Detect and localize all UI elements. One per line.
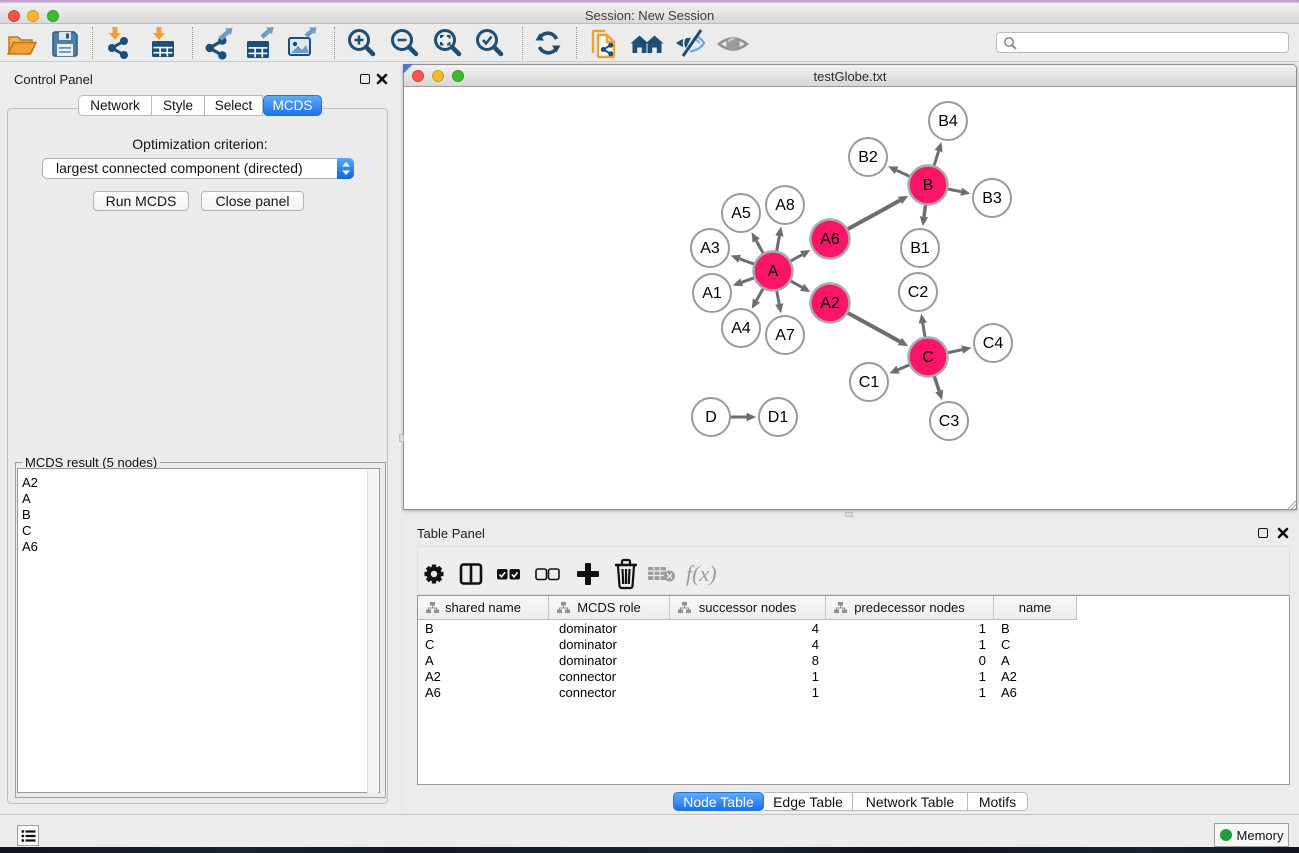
- svg-text:A7: A7: [775, 327, 795, 344]
- svg-text:A: A: [768, 263, 779, 280]
- svg-text:B2: B2: [858, 149, 878, 166]
- svg-text:A6: A6: [820, 231, 840, 248]
- svg-text:B4: B4: [938, 113, 958, 130]
- svg-text:C4: C4: [983, 335, 1004, 352]
- svg-text:D1: D1: [768, 409, 789, 426]
- svg-text:C2: C2: [908, 284, 929, 301]
- svg-text:B1: B1: [910, 240, 930, 257]
- svg-text:C3: C3: [939, 413, 960, 430]
- svg-text:A8: A8: [775, 197, 795, 214]
- svg-text:C: C: [922, 349, 934, 366]
- svg-text:A1: A1: [702, 285, 722, 302]
- svg-text:A2: A2: [820, 295, 840, 312]
- svg-text:D: D: [705, 409, 717, 426]
- svg-text:A4: A4: [731, 320, 751, 337]
- svg-text:A3: A3: [700, 240, 720, 257]
- svg-text:B3: B3: [982, 190, 1002, 207]
- svg-text:B: B: [923, 177, 934, 194]
- svg-text:A5: A5: [731, 205, 751, 222]
- svg-text:C1: C1: [859, 374, 880, 391]
